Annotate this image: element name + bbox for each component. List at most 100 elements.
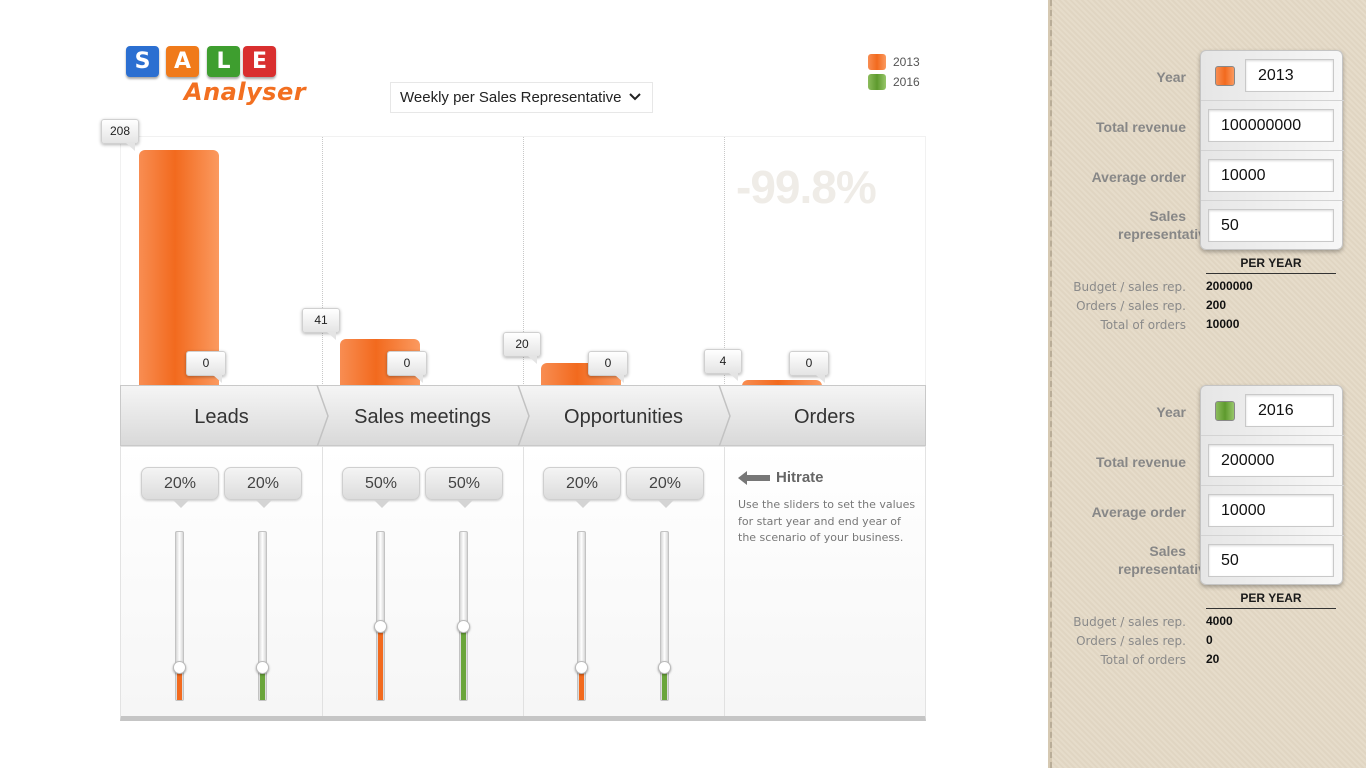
slider-handle[interactable] — [173, 661, 186, 674]
column-divider — [322, 447, 323, 716]
scenario-card-2016: 2016 200000 10000 50 — [1200, 385, 1344, 586]
field-row-sales_reps: 50 — [1201, 201, 1344, 251]
hitrate-value-end: 20% — [224, 467, 302, 508]
total-revenue-input[interactable]: 100000000 — [1208, 109, 1334, 142]
legend-item-2016: 2016 — [868, 72, 920, 92]
slider-handle[interactable] — [256, 661, 269, 674]
per-year-heading: PER YEAR — [1206, 256, 1336, 274]
year-input[interactable]: 2016 — [1245, 394, 1334, 427]
view-select[interactable]: Weekly per Sales Representative — [390, 82, 653, 113]
stage-leads: Leads — [194, 406, 249, 428]
hitrate-value-start: 50% — [342, 467, 420, 508]
field-row-average_order: 10000 — [1201, 151, 1344, 201]
arrow-left-icon — [738, 470, 770, 485]
hitrate-slider-start[interactable] — [575, 531, 588, 701]
sales-reps-input[interactable]: 50 — [1208, 544, 1334, 577]
average-order-label: Average order — [1091, 169, 1186, 185]
column-divider — [724, 447, 725, 716]
budget-value: 2000000 — [1206, 279, 1253, 293]
field-row-average_order: 10000 — [1201, 486, 1344, 536]
average-order-label: Average order — [1091, 504, 1186, 520]
scenario-panel: Year Total revenue Average order Sales repr… — [1048, 0, 1366, 768]
hitrate-value-end: 20% — [626, 467, 704, 508]
hitrate-slider-end[interactable] — [256, 531, 269, 701]
hitrate-panel: Hitrate Use the sliders to set the value… — [120, 446, 926, 721]
hitrate-slider-end[interactable] — [457, 531, 470, 701]
hitrate-slider-start[interactable] — [374, 531, 387, 701]
total-revenue-input[interactable]: 200000 — [1208, 444, 1334, 477]
slider-fill — [461, 626, 466, 700]
average-order-input[interactable]: 10000 — [1208, 159, 1334, 192]
total-orders-value: 10000 — [1206, 317, 1240, 331]
logo-subtitle: Analyser — [184, 78, 307, 106]
hitrate-value-start: 20% — [543, 467, 621, 508]
sales-reps-label: Sales representatives — [1118, 208, 1222, 242]
total-revenue-label: Total revenue — [1096, 454, 1186, 470]
slider-handle[interactable] — [658, 661, 671, 674]
stage-sales-meetings: Sales meetings — [354, 406, 491, 428]
average-order-input[interactable]: 10000 — [1208, 494, 1334, 527]
hitrate-value-end: 50% — [425, 467, 503, 508]
hitrate-slider-start[interactable] — [173, 531, 186, 701]
app-window: S A L E Analyser Weekly per Sales Repres… — [0, 0, 1366, 768]
field-row-year: 2013 — [1201, 51, 1344, 101]
year-label: Year — [1156, 404, 1186, 420]
stage-opportunities: Opportunities — [564, 406, 683, 428]
orders-label: Orders / sales rep. — [1076, 634, 1186, 648]
legend-label: 2013 — [893, 55, 920, 69]
hitrate-hint: Use the sliders to set the values for st… — [738, 498, 916, 544]
field-row-sales_reps: 50 — [1201, 536, 1344, 586]
hitrate-slider-end[interactable] — [658, 531, 671, 701]
sales-reps-label: Sales representatives — [1118, 543, 1222, 577]
year-input[interactable]: 2013 — [1245, 59, 1334, 92]
total-orders-label: Total of orders — [1100, 318, 1186, 332]
orders-value: 200 — [1206, 298, 1227, 312]
hitrate-heading: Hitrate — [738, 469, 824, 486]
field-row-total_revenue: 200000 — [1201, 436, 1344, 486]
value-label: 41 — [302, 308, 340, 340]
logo-letter-e: E — [243, 46, 276, 77]
value-label: 0 — [186, 351, 226, 383]
year-label: Year — [1156, 69, 1186, 85]
legend-swatch-green — [868, 74, 886, 90]
budget-label: Budget / sales rep. — [1073, 615, 1186, 629]
hitrate-title: Hitrate — [776, 469, 824, 486]
legend-swatch-orange — [868, 54, 886, 70]
slider-handle[interactable] — [457, 620, 470, 633]
value-label: 4 — [704, 349, 742, 381]
legend-label: 2016 — [893, 75, 920, 89]
value-label: 208 — [101, 119, 139, 151]
chevron-down-icon — [629, 93, 641, 101]
scenario-card-2013: 2013 100000000 10000 50 — [1200, 50, 1344, 251]
value-label: 0 — [588, 351, 628, 383]
view-select-value: Weekly per Sales Representative — [400, 89, 622, 106]
logo-letter-a: A — [166, 46, 199, 77]
stage-orders: Orders — [793, 406, 856, 428]
column-divider — [523, 447, 524, 716]
stage-header: Leads Sales meetings Opportunities Order… — [120, 385, 926, 447]
budget-value: 4000 — [1206, 614, 1233, 628]
budget-label: Budget / sales rep. — [1073, 280, 1186, 294]
logo-letter-s: S — [126, 46, 159, 77]
field-row-total_revenue: 100000000 — [1201, 101, 1344, 151]
chart-divider — [322, 137, 323, 386]
orders-label: Orders / sales rep. — [1076, 299, 1186, 313]
legend: 2013 2016 — [868, 52, 920, 92]
logo-letter-l: L — [207, 46, 240, 77]
total-orders-label: Total of orders — [1100, 653, 1186, 667]
sales-reps-input[interactable]: 50 — [1208, 209, 1334, 242]
per-year-heading: PER YEAR — [1206, 591, 1336, 609]
total-revenue-label: Total revenue — [1096, 119, 1186, 135]
value-label: 0 — [789, 351, 829, 383]
change-percentage: -99.8% — [736, 161, 877, 213]
slider-handle[interactable] — [575, 661, 588, 674]
legend-item-2013: 2013 — [868, 52, 920, 72]
value-label: 20 — [503, 332, 541, 364]
logo: S A L E Analyser — [124, 44, 314, 108]
slider-handle[interactable] — [374, 620, 387, 633]
value-label: 0 — [387, 351, 427, 383]
total-orders-value: 20 — [1206, 652, 1220, 666]
slider-fill — [378, 626, 383, 700]
year-color-swatch[interactable] — [1215, 401, 1235, 421]
year-color-swatch[interactable] — [1215, 66, 1235, 86]
